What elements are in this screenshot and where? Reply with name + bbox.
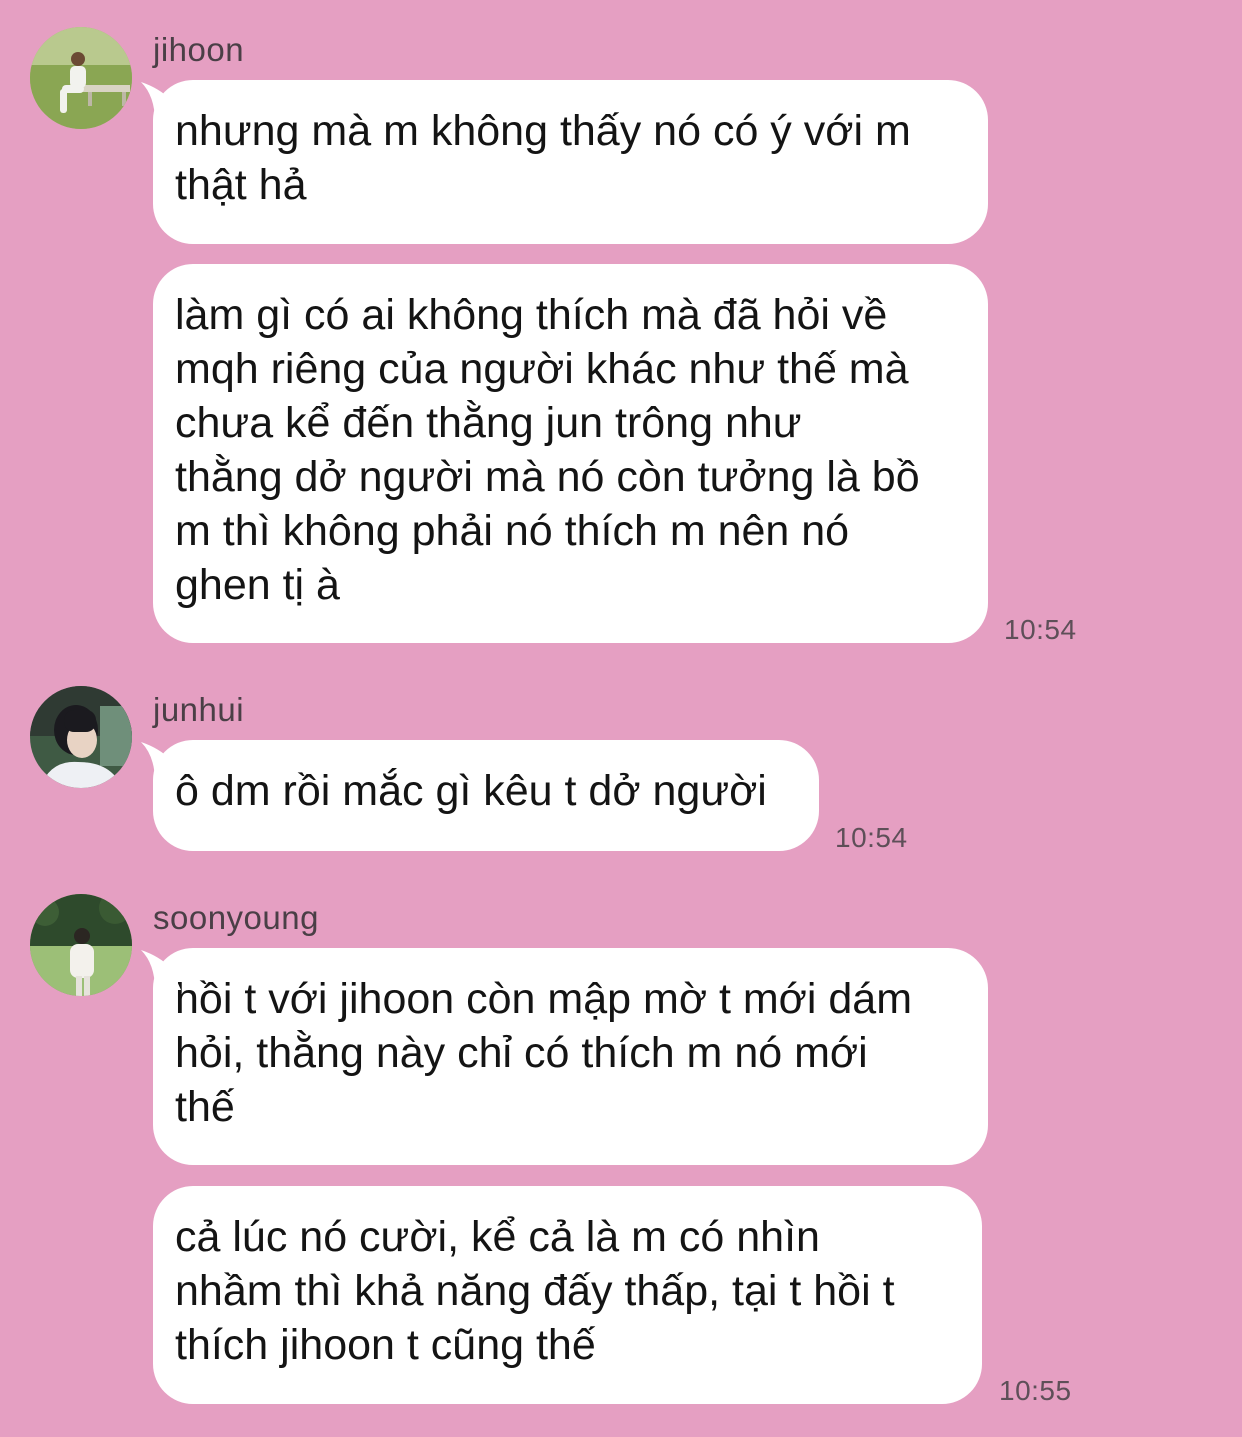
- message-text-line: nhầm thì khả năng đấy thấp, tại t hồi t: [175, 1267, 895, 1315]
- message-text-line: thích jihoon t cũng thế: [175, 1321, 596, 1369]
- message-bubble[interactable]: cả lúc nó cười, kể cả là m có nhìn nhầm …: [153, 1186, 982, 1404]
- profile-photo-icon: [30, 686, 132, 788]
- message-timestamp: 10:54: [1004, 614, 1077, 645]
- sender-name-junhui: junhui: [153, 691, 245, 728]
- message-bubble[interactable]: ô dm rồi mắc gì kêu t dở người: [141, 740, 819, 851]
- message-bubble[interactable]: nhưng mà m không thấy nó có ý với m thật…: [141, 80, 988, 244]
- message-text-line: thằng dở người mà nó còn tưởng là bồ: [175, 453, 920, 501]
- sender-name-jihoon: jihoon: [153, 31, 245, 68]
- message-text-line: làm gì có ai không thích mà đã hỏi về: [175, 291, 888, 339]
- message-text-line: chưa kể đến thằng jun trông như: [175, 399, 802, 447]
- message-text-line: nhưng mà m không thấy nó có ý với m: [175, 107, 911, 155]
- message-text-line: ghen tị à: [175, 561, 340, 609]
- message-text-line: hỏi, thằng này chỉ có thích m nó mới: [175, 1029, 868, 1077]
- message-text-line: ô dm rồi mắc gì kêu t dở người: [175, 767, 767, 815]
- avatar-jihoon[interactable]: [30, 27, 132, 129]
- avatar-soonyoung[interactable]: [30, 894, 132, 996]
- bubble-tail-icon: [141, 742, 181, 782]
- message-text-line: hồi t với jihoon còn mập mờ t mới dám: [175, 975, 913, 1023]
- profile-photo-icon: [30, 894, 132, 996]
- message-text-line: thật hả: [175, 161, 307, 209]
- bubble-tail-icon: [141, 82, 181, 122]
- message-text-line: thế: [175, 1083, 235, 1131]
- profile-photo-icon: [30, 27, 132, 129]
- message-text-line: cả lúc nó cười, kể cả là m có nhìn: [175, 1213, 820, 1261]
- message-timestamp: 10:54: [835, 822, 908, 853]
- message-timestamp: 10:55: [999, 1375, 1072, 1406]
- message-text-line: mqh riêng của người khác như thế mà: [175, 345, 909, 393]
- avatar-junhui[interactable]: [30, 686, 132, 788]
- message-bubble[interactable]: hồi t với jihoon còn mập mờ t mới dám hỏ…: [141, 948, 988, 1165]
- message-bubble[interactable]: làm gì có ai không thích mà đã hỏi về mq…: [153, 264, 988, 643]
- sender-name-soonyoung: soonyoung: [153, 899, 319, 936]
- bubble-tail-icon: [141, 950, 181, 990]
- message-text-line: m thì không phải nó thích m nên nó: [175, 507, 850, 555]
